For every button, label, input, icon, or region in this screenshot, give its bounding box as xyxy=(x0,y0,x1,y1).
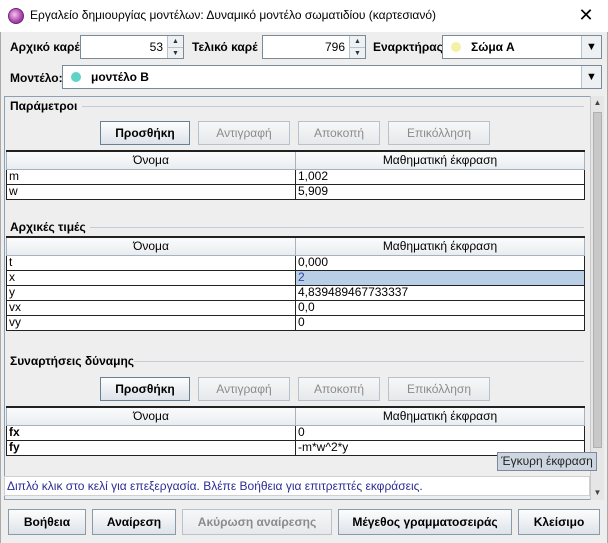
close-button[interactable]: Κλείσιμο xyxy=(518,509,600,535)
end-frame-spinner[interactable]: 796 ▲ ▼ xyxy=(262,35,366,59)
force-add-button[interactable]: Προσθήκη xyxy=(100,377,190,401)
table-row: x 2 xyxy=(6,269,585,286)
scrollbar-thumb[interactable] xyxy=(593,112,602,448)
initial-values-separator xyxy=(90,227,584,228)
table-row: m 1,002 xyxy=(6,168,585,185)
init-name-cell[interactable]: vy xyxy=(6,314,296,331)
param-name-cell[interactable]: m xyxy=(6,168,296,185)
parameters-cut-button[interactable]: Αποκοπή xyxy=(298,121,380,145)
table-row: t 0,000 xyxy=(6,254,585,271)
column-header-expression[interactable]: Μαθηματική έκφραση xyxy=(295,236,585,256)
vertical-scrollbar[interactable]: ▲ ▼ xyxy=(590,96,604,500)
column-header-name[interactable]: Όνομα xyxy=(6,150,296,170)
title-bar: Εργαλείο δημιουργίας μοντέλων: Δυναμικό … xyxy=(0,0,608,32)
force-copy-button[interactable]: Αντιγραφή xyxy=(198,377,290,401)
param-name-cell[interactable]: w xyxy=(6,183,296,200)
column-header-expression[interactable]: Μαθηματική έκφραση xyxy=(295,406,585,426)
init-expr-cell[interactable]: 0,000 xyxy=(295,254,585,271)
model-value: μοντέλο B xyxy=(91,70,149,84)
force-functions-separator xyxy=(134,361,584,362)
valid-expression-tooltip: Έγκυρη έκφραση xyxy=(497,452,597,471)
spinner-up-icon[interactable]: ▲ xyxy=(350,36,365,47)
init-name-cell[interactable]: y xyxy=(6,284,296,301)
table-row: fx 0 xyxy=(6,424,585,441)
redo-button[interactable]: Ακύρωση αναίρεσης xyxy=(182,509,332,535)
force-expr-cell[interactable]: 0 xyxy=(295,424,585,441)
font-size-button[interactable]: Μέγεθος γραμματοσειράς xyxy=(338,509,512,535)
parameters-add-button[interactable]: Προσθήκη xyxy=(100,121,190,145)
param-expr-cell[interactable]: 5,909 xyxy=(295,183,585,200)
column-header-name[interactable]: Όνομα xyxy=(6,406,296,426)
status-message: Διπλό κλικ στο κελί για επεξεργασία. Βλέ… xyxy=(4,476,590,496)
end-frame-label: Τελικό καρέ xyxy=(192,40,258,54)
chevron-down-icon[interactable]: ▼ xyxy=(581,36,601,58)
parameters-title: Παράμετροι xyxy=(10,99,78,113)
undo-button[interactable]: Αναίρεση xyxy=(92,509,176,535)
spinner-down-icon[interactable]: ▼ xyxy=(168,47,183,58)
init-expr-cell[interactable]: 0,0 xyxy=(295,299,585,316)
spinner-down-icon[interactable]: ▼ xyxy=(350,47,365,58)
tracker-app-icon xyxy=(8,8,24,24)
parameters-paste-button[interactable]: Επικόλληση xyxy=(388,121,490,145)
start-frame-label: Αρχικό καρέ xyxy=(10,40,80,54)
column-header-name[interactable]: Όνομα xyxy=(6,236,296,256)
booster-value: Σώμα Α xyxy=(471,40,515,54)
init-expr-cell-selected[interactable]: 2 xyxy=(295,269,585,286)
start-frame-value: 53 xyxy=(149,40,163,54)
force-functions-title: Συναρτήσεις δύναμης xyxy=(10,354,135,368)
scroll-up-icon[interactable]: ▲ xyxy=(591,96,604,110)
booster-label: Εναρκτήρας xyxy=(373,40,443,54)
scroll-down-icon[interactable]: ▼ xyxy=(591,486,604,500)
init-name-cell[interactable]: vx xyxy=(6,299,296,316)
chevron-down-icon[interactable]: ▼ xyxy=(581,66,601,88)
table-row: vx 0,0 xyxy=(6,299,585,316)
init-name-cell[interactable]: x xyxy=(6,269,296,286)
model-combo[interactable]: μοντέλο B ▼ xyxy=(62,65,602,89)
table-row: y 4,839489467733337 xyxy=(6,284,585,301)
booster-combo[interactable]: Σώμα Α ▼ xyxy=(442,35,602,59)
parameters-table: Όνομα Μαθηματική έκφραση m 1,002 w 5,909 xyxy=(6,150,585,200)
help-button[interactable]: Βοήθεια xyxy=(8,509,86,535)
init-name-cell[interactable]: t xyxy=(6,254,296,271)
init-expr-cell[interactable]: 0 xyxy=(295,314,585,331)
table-row: w 5,909 xyxy=(6,183,585,200)
close-icon[interactable]: ✕ xyxy=(576,6,596,26)
spinner-up-icon[interactable]: ▲ xyxy=(168,36,183,47)
initial-values-table: Όνομα Μαθηματική έκφραση t 0,000 x 2 y 4… xyxy=(6,236,585,331)
initial-values-title: Αρχικές τιμές xyxy=(10,220,86,234)
model-label: Μοντέλο: xyxy=(10,71,63,85)
force-paste-button[interactable]: Επικόλληση xyxy=(388,377,490,401)
end-frame-value: 796 xyxy=(324,40,345,54)
column-header-expression[interactable]: Μαθηματική έκφραση xyxy=(295,150,585,170)
param-expr-cell[interactable]: 1,002 xyxy=(295,168,585,185)
booster-color-dot xyxy=(451,42,461,52)
force-functions-table: Όνομα Μαθηματική έκφραση fx 0 fy -m*w^2*… xyxy=(6,406,585,456)
force-name-cell[interactable]: fx xyxy=(6,424,296,441)
model-color-dot xyxy=(71,72,81,82)
force-cut-button[interactable]: Αποκοπή xyxy=(298,377,380,401)
window-title: Εργαλείο δημιουργίας μοντέλων: Δυναμικό … xyxy=(30,8,437,22)
init-expr-cell[interactable]: 4,839489467733337 xyxy=(295,284,585,301)
parameters-separator xyxy=(82,106,584,107)
table-row: vy 0 xyxy=(6,314,585,331)
force-name-cell[interactable]: fy xyxy=(6,439,296,456)
start-frame-spinner[interactable]: 53 ▲ ▼ xyxy=(80,35,184,59)
parameters-copy-button[interactable]: Αντιγραφή xyxy=(198,121,290,145)
